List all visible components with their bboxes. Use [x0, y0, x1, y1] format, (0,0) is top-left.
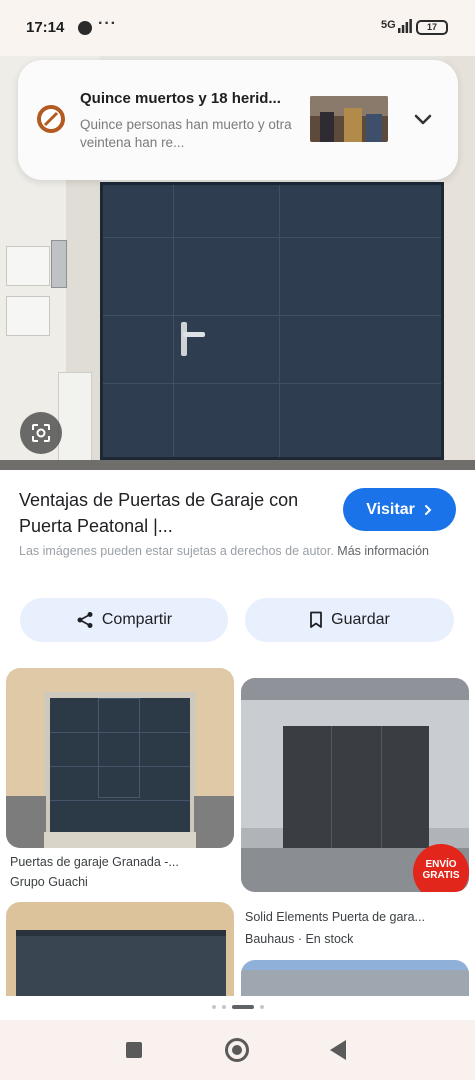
lens-search-button[interactable]: [20, 412, 62, 454]
related-images-grid: Puertas de garaje Granada -... Grupo Gua…: [0, 664, 475, 996]
related-title: Puertas de garaje Granada -...: [10, 855, 179, 869]
related-image[interactable]: [6, 902, 234, 996]
related-image[interactable]: [241, 960, 469, 996]
network-type-label: 5G: [381, 19, 396, 31]
chevron-down-icon[interactable]: [410, 106, 436, 132]
image-shape: [44, 832, 196, 848]
status-bar: 17:14 ··· 5G 17: [0, 0, 475, 56]
free-shipping-badge: ENVÍO GRATIS: [413, 844, 469, 892]
related-caption[interactable]: Solid Elements Puerta de gara... Bauhaus…: [245, 906, 470, 950]
status-time: 17:14: [26, 19, 65, 36]
notification-title: Quince muertos y 18 herid...: [80, 90, 281, 107]
page-dot: [259, 1005, 264, 1009]
ground: [0, 460, 475, 470]
lens-icon: [32, 424, 50, 442]
related-source: Grupo Guachi: [10, 875, 88, 889]
related-caption[interactable]: Puertas de garaje Granada -... Grupo Gua…: [10, 852, 232, 892]
image-shape: [194, 796, 234, 848]
page-indicator: [0, 1002, 475, 1012]
image-shape: [283, 726, 429, 848]
more-info-link[interactable]: Más información: [337, 544, 429, 558]
share-button[interactable]: Compartir: [20, 598, 228, 642]
image-shape: [16, 936, 226, 996]
recents-icon[interactable]: [126, 1042, 142, 1058]
meter-box: [58, 372, 92, 462]
result-title[interactable]: Ventajas de Puertas de Garaje con Puerta…: [19, 487, 319, 539]
visit-button[interactable]: Visitar: [343, 488, 456, 531]
image-shape: [241, 678, 469, 700]
image-shape: [381, 726, 382, 848]
mailbox: [6, 296, 50, 336]
mailbox: [6, 246, 50, 286]
thumbnail-shape: [344, 108, 362, 142]
navigation-bar: [0, 1020, 475, 1080]
image-shape: [6, 796, 46, 848]
page-dot: [221, 1005, 226, 1009]
home-icon-dot: [232, 1045, 242, 1055]
door-panel-line: [103, 383, 441, 384]
copyright-notice: Las imágenes pueden estar sujetas a dere…: [19, 541, 439, 561]
door-panel-line: [173, 185, 174, 457]
copyright-text: Las imágenes pueden estar sujetas a dere…: [19, 544, 334, 558]
notification-app-icon: [78, 21, 92, 35]
related-image[interactable]: ENVÍO GRATIS: [241, 678, 469, 892]
signal-icon: [398, 19, 412, 33]
back-icon[interactable]: [330, 1040, 346, 1060]
door-handle: [181, 322, 187, 356]
battery-icon: 17: [416, 20, 448, 35]
chevron-right-icon: [424, 504, 432, 515]
news-app-icon: [37, 105, 65, 133]
notification-thumbnail: [310, 96, 388, 142]
notification-body: Quince personas han muerto y otra veinte…: [80, 117, 292, 150]
visit-button-label: Visitar: [366, 500, 415, 518]
home-icon[interactable]: [225, 1038, 249, 1062]
image-shape: [331, 726, 332, 848]
door-panel-line: [103, 315, 441, 316]
garage-door: [100, 182, 444, 460]
related-title: Solid Elements Puerta de gara...: [245, 910, 425, 924]
save-button-label: Guardar: [331, 611, 390, 628]
image-shape: [241, 970, 469, 996]
page-dot: [211, 1005, 216, 1009]
thumbnail-shape: [366, 114, 382, 142]
bookmark-icon: [310, 611, 323, 628]
related-image[interactable]: [6, 668, 234, 848]
page-dot-active: [231, 1005, 254, 1009]
door-panel-line: [279, 185, 280, 457]
save-button[interactable]: Guardar: [245, 598, 454, 642]
related-source: Bauhaus · En stock: [245, 932, 354, 946]
thumbnail-shape: [320, 112, 334, 142]
image-shape: [98, 698, 140, 798]
image-shape: [50, 800, 190, 801]
share-icon: [77, 612, 93, 628]
share-button-label: Compartir: [101, 611, 173, 628]
door-panel-line: [103, 237, 441, 238]
status-more-icon: ···: [98, 15, 117, 32]
door-handle: [183, 332, 205, 337]
news-notification[interactable]: Quince muertos y 18 herid... Quince pers…: [18, 60, 458, 180]
intercom: [51, 240, 67, 288]
